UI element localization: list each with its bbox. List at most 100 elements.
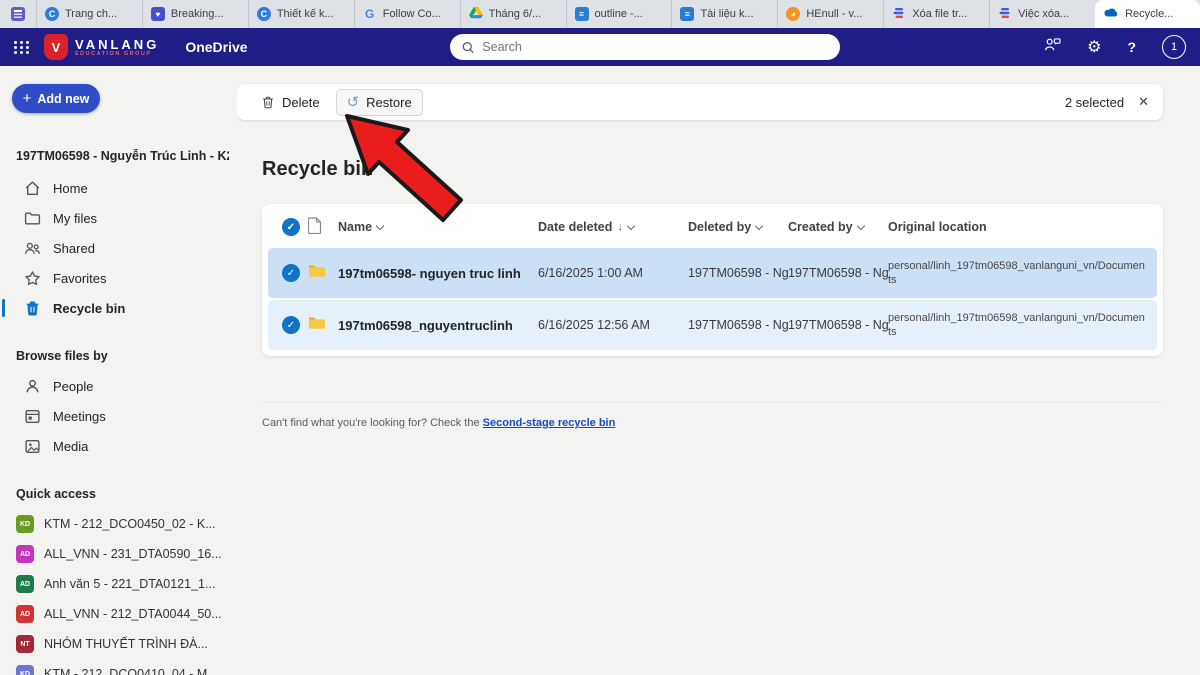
quick-access-label: KTM - 212_DCO0450_02 - K... xyxy=(44,517,216,531)
table-row[interactable]: ✓ 197tm06598- nguyen truc linh 6/16/2025… xyxy=(268,248,1157,298)
trash-icon xyxy=(261,95,275,110)
table-header-row: ✓ Name Date deleted↓ Deleted by Created … xyxy=(268,208,1157,246)
site-badge: AD xyxy=(16,545,34,563)
avatar[interactable]: 1 xyxy=(1162,35,1186,59)
browser-tab[interactable]: CTrang ch... xyxy=(36,0,142,28)
google-icon: G xyxy=(363,7,377,21)
item-name[interactable]: 197tm06598_nguyentruclinh xyxy=(338,318,538,333)
quick-access-label: NHÓM THUYẾT TRÌNH ĐÀ... xyxy=(44,637,208,651)
table-row[interactable]: ✓ 197tm06598_nguyentruclinh 6/16/2025 12… xyxy=(268,300,1157,350)
quick-access-label: ALL_VNN - 212_DTA0044_50... xyxy=(44,607,222,621)
document-icon: ≡ xyxy=(680,7,694,21)
sidebar-item-label: People xyxy=(53,379,93,394)
app-name: OneDrive xyxy=(185,39,247,55)
site-badge: KD xyxy=(16,665,34,675)
browser-tab[interactable]: ♥Breaking... xyxy=(142,0,248,28)
site-badge: NT xyxy=(16,635,34,653)
brand-name: VANLANG xyxy=(75,38,159,51)
sidebar-item-media[interactable]: Media xyxy=(0,431,237,461)
clear-selection-icon[interactable]: ✕ xyxy=(1138,94,1149,110)
site-badge: KD xyxy=(16,515,34,533)
settings-gear-icon[interactable]: ⚙ xyxy=(1087,37,1101,57)
column-header-date-deleted[interactable]: Date deleted↓ xyxy=(538,220,688,234)
browser-tab[interactable]: ≡Tài liệu k... xyxy=(671,0,777,28)
quick-access-item[interactable]: NT NHÓM THUYẾT TRÌNH ĐÀ... xyxy=(0,629,237,659)
search-input[interactable] xyxy=(482,40,828,54)
quick-access-label: Anh văn 5 - 221_DTA0121_1... xyxy=(44,577,215,591)
browser-tab[interactable]: Tháng 6/... xyxy=(460,0,566,28)
row-checkbox[interactable]: ✓ xyxy=(282,264,300,282)
folder-icon xyxy=(24,210,41,227)
flame-icon: ◕ xyxy=(786,7,800,21)
help-icon[interactable]: ? xyxy=(1127,39,1136,55)
app-launcher-icon[interactable] xyxy=(14,41,30,54)
select-all-checkbox[interactable]: ✓ xyxy=(282,218,300,236)
home-icon xyxy=(24,180,41,197)
add-new-label: Add new xyxy=(37,92,89,106)
tab-label: outline -... xyxy=(595,8,643,20)
browser-tab[interactable]: Xóa file tr... xyxy=(883,0,989,28)
restore-button[interactable]: ↺ Restore xyxy=(336,89,423,116)
feedback-icon[interactable] xyxy=(1044,37,1061,57)
sidebar-item-favorites[interactable]: Favorites xyxy=(0,263,237,293)
heart-app-icon: ♥ xyxy=(151,7,165,21)
search-bar[interactable] xyxy=(450,34,840,60)
sidebar-item-label: Media xyxy=(53,439,88,454)
browser-tab[interactable]: ◕ HEnull - v... xyxy=(777,0,883,28)
quick-access-label: KTM - 212_DCO0410_04 - M... xyxy=(44,667,218,675)
sidebar-item-recycle-bin[interactable]: Recycle bin xyxy=(0,293,237,323)
second-stage-recycle-bin-link[interactable]: Second-stage recycle bin xyxy=(483,417,616,429)
column-header-name[interactable]: Name xyxy=(338,220,538,234)
browser-tab[interactable]: G Follow Co... xyxy=(354,0,460,28)
item-deleted-by: 197TM06598 - Ng xyxy=(688,318,788,332)
sidebar-item-label: My files xyxy=(53,211,97,226)
item-original-location: personal/linh_197tm06598_vanlanguni_vn/D… xyxy=(888,259,1157,287)
item-name[interactable]: 197tm06598- nguyen truc linh xyxy=(338,266,538,281)
sidebar-item-meetings[interactable]: Meetings xyxy=(0,401,237,431)
restore-label: Restore xyxy=(366,95,412,110)
add-new-button[interactable]: + Add new xyxy=(12,84,100,113)
site-badge: AD xyxy=(16,605,34,623)
quick-access-item[interactable]: ADALL_VNN - 231_DTA0590_16... xyxy=(0,539,237,569)
tab-label: Tháng 6/... xyxy=(489,8,542,20)
brand-subtitle: EDUCATION GROUP xyxy=(75,51,159,57)
person-icon xyxy=(24,378,41,395)
item-date-deleted: 6/16/2025 12:56 AM xyxy=(538,318,688,332)
restore-icon: ↺ xyxy=(347,96,360,109)
folder-icon xyxy=(308,315,338,335)
coccoc-icon: C xyxy=(45,7,59,21)
browser-tab[interactable]: Việc xóa... xyxy=(989,0,1095,28)
column-header-original-location[interactable]: Original location xyxy=(888,220,1157,234)
quick-access-item[interactable]: KD KTM - 212_DCO0410_04 - M... xyxy=(0,659,237,675)
sidebar-item-people[interactable]: People xyxy=(0,371,237,401)
folder-icon xyxy=(308,263,338,283)
row-checkbox[interactable]: ✓ xyxy=(282,316,300,334)
quick-access-item[interactable]: ADAnh văn 5 - 221_DTA0121_1... xyxy=(0,569,237,599)
star-icon xyxy=(24,270,41,287)
search-icon xyxy=(462,41,474,54)
sidebar-item-home[interactable]: Home xyxy=(0,173,237,203)
quick-access-item[interactable]: AD ALL_VNN - 212_DTA0044_50... xyxy=(0,599,237,629)
app-header: V VANLANG EDUCATION GROUP OneDrive ⚙ ? 1 xyxy=(0,28,1200,66)
sidebar-item-my-files[interactable]: My files xyxy=(0,203,237,233)
browser-tab-active[interactable]: Recycle... xyxy=(1095,0,1200,28)
selected-count: 2 selected xyxy=(1065,95,1124,110)
browse-files-by-heading: Browse files by xyxy=(16,349,237,363)
recycle-bin-table: ✓ Name Date deleted↓ Deleted by Created … xyxy=(262,204,1163,356)
tab-label: HEnull - v... xyxy=(806,8,862,20)
people-icon xyxy=(24,240,41,257)
tab-label: Follow Co... xyxy=(383,8,441,20)
sidebar-item-shared[interactable]: Shared xyxy=(0,233,237,263)
delete-button[interactable]: Delete xyxy=(251,90,330,115)
item-created-by: 197TM06598 - Ng xyxy=(788,318,888,332)
tab-overview-button[interactable] xyxy=(0,0,36,28)
vanlang-logo[interactable]: V VANLANG EDUCATION GROUP xyxy=(44,34,159,60)
tab-label: Việc xóa... xyxy=(1018,8,1069,20)
main-content: Delete ↺ Restore 2 selected ✕ Recycle bi… xyxy=(237,66,1200,675)
browser-tab[interactable]: CThiết kế k... xyxy=(248,0,354,28)
chevron-down-icon xyxy=(755,221,763,229)
quick-access-item[interactable]: KD KTM - 212_DCO0450_02 - K... xyxy=(0,509,237,539)
column-header-created-by[interactable]: Created by xyxy=(788,220,888,234)
column-header-deleted-by[interactable]: Deleted by xyxy=(688,220,788,234)
browser-tab[interactable]: ≡outline -... xyxy=(566,0,672,28)
